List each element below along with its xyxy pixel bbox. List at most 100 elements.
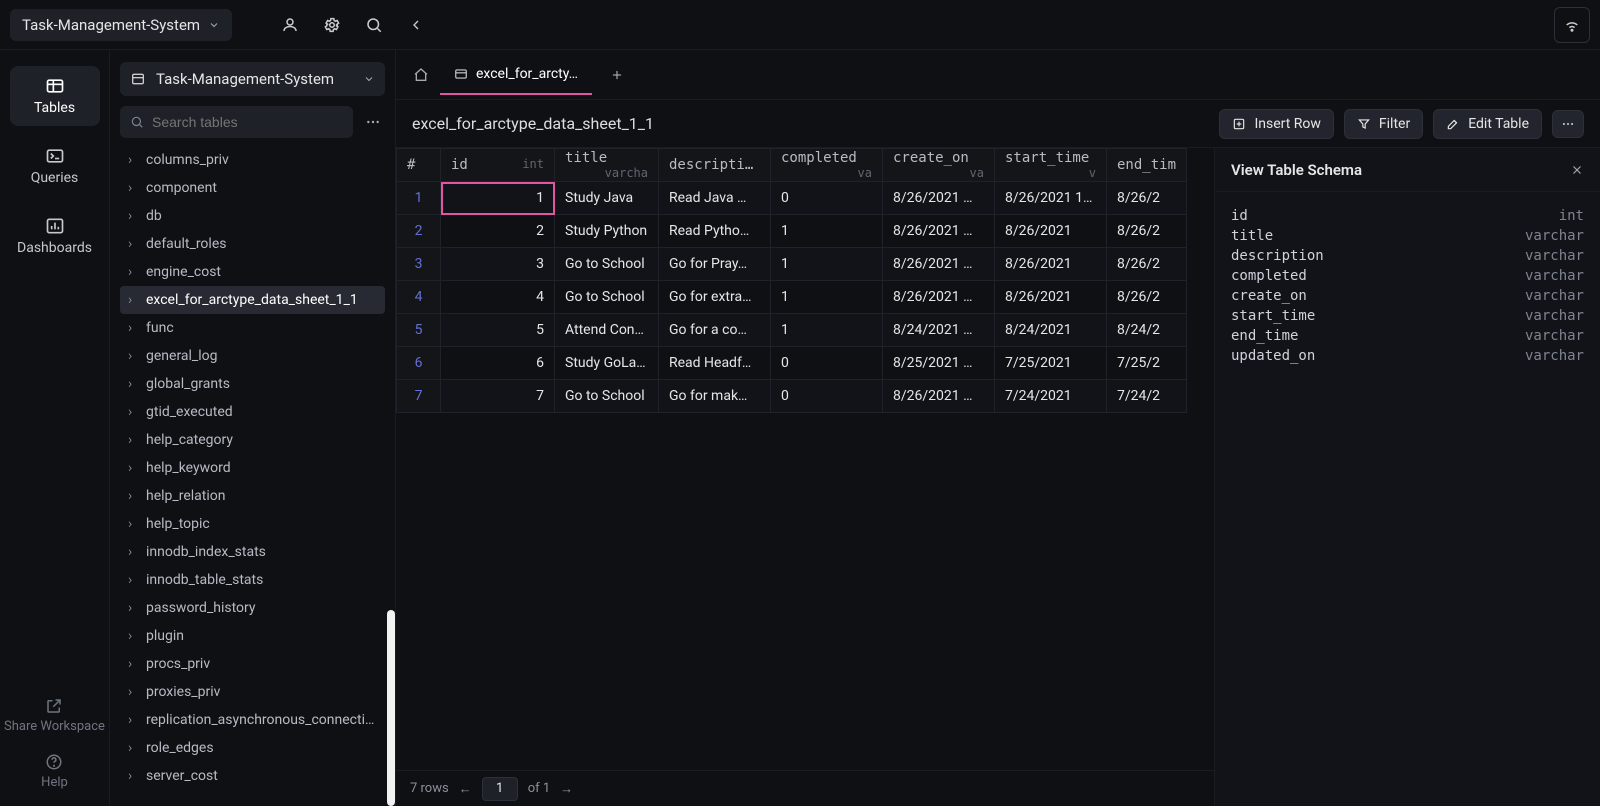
row-number[interactable]: 7 xyxy=(397,380,441,413)
table-item[interactable]: ›server_cost xyxy=(120,762,385,790)
close-schema-button[interactable] xyxy=(1570,163,1584,177)
explorer-more-button[interactable] xyxy=(361,110,385,134)
table-item[interactable]: ›replication_asynchronous_connecti… xyxy=(120,706,385,734)
cell[interactable]: 8/26/2 xyxy=(1107,215,1187,248)
column-header[interactable]: completedva xyxy=(771,149,883,182)
row-number[interactable]: 2 xyxy=(397,215,441,248)
cell[interactable]: Study Java xyxy=(555,182,659,215)
table-item[interactable]: ›component xyxy=(120,174,385,202)
cell[interactable]: 8/26/2021 1… xyxy=(995,182,1107,215)
cell[interactable]: 8/26/2 xyxy=(1107,281,1187,314)
edit-table-button[interactable]: Edit Table xyxy=(1433,109,1542,139)
row-number[interactable]: 3 xyxy=(397,248,441,281)
cell[interactable]: 8/26/2021 … xyxy=(883,380,995,413)
pager-page-input[interactable]: 1 xyxy=(482,777,518,801)
cell[interactable]: 8/26/2021 … xyxy=(883,215,995,248)
cell[interactable]: 7/24/2021 xyxy=(995,380,1107,413)
cell[interactable]: 8/26/2021 xyxy=(995,215,1107,248)
cell[interactable]: 6 xyxy=(441,347,555,380)
settings-button[interactable] xyxy=(314,7,350,43)
search-button[interactable] xyxy=(356,7,392,43)
cell[interactable]: Go for extra… xyxy=(659,281,771,314)
column-header[interactable]: create_onva xyxy=(883,149,995,182)
cell[interactable]: 1 xyxy=(771,248,883,281)
cell[interactable]: Study Python xyxy=(555,215,659,248)
help[interactable]: Help xyxy=(41,747,68,796)
cell[interactable]: 8/26/2021 … xyxy=(883,281,995,314)
cell[interactable]: Go to School xyxy=(555,281,659,314)
share-workspace[interactable]: Share Workspace xyxy=(4,691,105,741)
column-header[interactable]: titlevarcha xyxy=(555,149,659,182)
cell[interactable]: 0 xyxy=(771,380,883,413)
cell[interactable]: 7/25/2021 xyxy=(995,347,1107,380)
table-item[interactable]: ›global_grants xyxy=(120,370,385,398)
cell[interactable]: 7/25/2 xyxy=(1107,347,1187,380)
workspace-selector[interactable]: Task-Management-System xyxy=(10,9,232,41)
row-number[interactable]: 6 xyxy=(397,347,441,380)
pager-prev[interactable]: ← xyxy=(459,781,472,797)
scrollbar-thumb[interactable] xyxy=(387,610,395,806)
table-item[interactable]: ›password_history xyxy=(120,594,385,622)
home-tab[interactable] xyxy=(404,58,438,92)
cell[interactable]: Go for mak… xyxy=(659,380,771,413)
cell[interactable]: Go to School xyxy=(555,380,659,413)
database-selector[interactable]: Task-Management-System xyxy=(120,62,385,96)
column-header[interactable]: end_tim xyxy=(1107,149,1187,182)
cell[interactable]: 8/24/2021 … xyxy=(883,314,995,347)
cell[interactable]: Study GoLa… xyxy=(555,347,659,380)
cell[interactable]: 2 xyxy=(441,215,555,248)
nav-queries[interactable]: Queries xyxy=(10,136,100,196)
table-item[interactable]: ›innodb_table_stats xyxy=(120,566,385,594)
cell[interactable]: 7 xyxy=(441,380,555,413)
cell[interactable]: Go to School xyxy=(555,248,659,281)
cell[interactable]: 0 xyxy=(771,347,883,380)
cell[interactable]: 5 xyxy=(441,314,555,347)
cell[interactable]: Attend Con… xyxy=(555,314,659,347)
user-button[interactable] xyxy=(272,7,308,43)
table-item[interactable]: ›columns_priv xyxy=(120,146,385,174)
connection-status-button[interactable] xyxy=(1554,7,1590,43)
table-item[interactable]: ›role_edges xyxy=(120,734,385,762)
cell[interactable]: 1 xyxy=(771,215,883,248)
cell[interactable]: 4 xyxy=(441,281,555,314)
cell[interactable]: Read Pytho… xyxy=(659,215,771,248)
data-grid[interactable]: #idinttitlevarchadescriptioncompletedvac… xyxy=(396,148,1214,770)
filter-button[interactable]: Filter xyxy=(1344,109,1423,139)
table-item[interactable]: ›proxies_priv xyxy=(120,678,385,706)
cell[interactable]: Read Headf… xyxy=(659,347,771,380)
cell[interactable]: 1 xyxy=(441,182,555,215)
table-item[interactable]: ›general_log xyxy=(120,342,385,370)
row-number[interactable]: 1 xyxy=(397,182,441,215)
table-item[interactable]: ›gtid_executed xyxy=(120,398,385,426)
table-item[interactable]: ›engine_cost xyxy=(120,258,385,286)
cell[interactable]: 1 xyxy=(771,314,883,347)
row-number[interactable]: 5 xyxy=(397,314,441,347)
cell[interactable]: 8/26/2021 … xyxy=(883,182,995,215)
table-item[interactable]: ›plugin xyxy=(120,622,385,650)
cell[interactable]: 8/26/2 xyxy=(1107,248,1187,281)
tab-active[interactable]: excel_for_arcty… xyxy=(440,55,592,95)
pager-next[interactable]: → xyxy=(560,781,573,797)
row-number[interactable]: 4 xyxy=(397,281,441,314)
table-item[interactable]: ›innodb_index_stats xyxy=(120,538,385,566)
cell[interactable]: Read Java … xyxy=(659,182,771,215)
cell[interactable]: 8/26/2021 xyxy=(995,281,1107,314)
cell[interactable]: 0 xyxy=(771,182,883,215)
column-header[interactable]: description xyxy=(659,149,771,182)
cell[interactable]: 8/26/2 xyxy=(1107,182,1187,215)
table-more-button[interactable] xyxy=(1552,110,1584,138)
table-item[interactable]: ›db xyxy=(120,202,385,230)
cell[interactable]: Go for a co… xyxy=(659,314,771,347)
cell[interactable]: 8/26/2021 xyxy=(995,248,1107,281)
nav-dashboards[interactable]: Dashboards xyxy=(10,206,100,266)
search-tables-input[interactable] xyxy=(120,106,353,138)
cell[interactable]: 7/24/2 xyxy=(1107,380,1187,413)
table-item[interactable]: ›excel_for_arctype_data_sheet_1_1 xyxy=(120,286,385,314)
search-tables-field[interactable] xyxy=(152,114,343,130)
cell[interactable]: 8/24/2 xyxy=(1107,314,1187,347)
table-item[interactable]: ›help_category xyxy=(120,426,385,454)
table-item[interactable]: ›help_relation xyxy=(120,482,385,510)
cell[interactable]: Go for Pray… xyxy=(659,248,771,281)
cell[interactable]: 8/24/2021 xyxy=(995,314,1107,347)
new-tab-button[interactable] xyxy=(602,60,632,90)
